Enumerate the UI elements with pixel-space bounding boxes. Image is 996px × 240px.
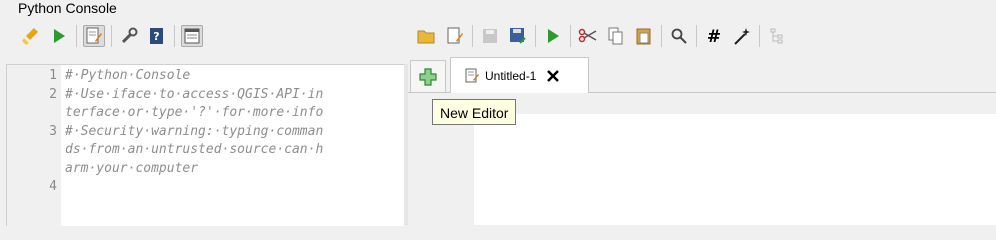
editor-tab-bar: Untitled-1 — [408, 56, 996, 93]
comment-button[interactable]: # — [703, 25, 725, 47]
find-button[interactable] — [668, 25, 690, 47]
open-in-external-editor-icon — [447, 27, 463, 44]
code-line: terface·or·type·'?'·for·more·info — [65, 105, 324, 120]
title-bar: Python Console — [0, 0, 996, 20]
script-file-icon — [465, 68, 479, 82]
new-editor-button[interactable] — [410, 60, 446, 92]
help-button[interactable]: ? — [146, 25, 168, 47]
options-icon — [121, 27, 138, 44]
clear-console-icon — [22, 28, 38, 45]
code-line: #·Security·warning:·typing·comman — [65, 123, 324, 139]
toolbar-separator — [535, 25, 536, 47]
open-script-button[interactable] — [416, 25, 438, 47]
cut-icon — [578, 28, 597, 43]
dock-console-button[interactable] — [181, 25, 203, 47]
help-icon: ? — [150, 28, 163, 44]
editor-panel: Untitled-1 — [408, 56, 996, 225]
object-inspector-button[interactable] — [766, 25, 788, 47]
code-line: ds·from·an·untrusted·source·can·h — [65, 142, 324, 157]
plus-icon — [419, 67, 437, 86]
run-script-icon — [548, 29, 559, 43]
window-title: Python Console — [18, 0, 117, 16]
toolbar-separator — [174, 25, 175, 47]
open-in-external-editor-button[interactable] — [444, 25, 466, 47]
dock-console-icon — [184, 28, 200, 44]
uncomment-icon — [734, 28, 750, 45]
line-number: 4 — [49, 179, 57, 194]
object-inspector-icon — [770, 28, 783, 44]
copy-button[interactable] — [605, 25, 627, 47]
options-button[interactable] — [118, 25, 140, 47]
show-editor-icon — [86, 27, 102, 44]
paste-button[interactable] — [633, 25, 655, 47]
save-as-icon — [510, 28, 526, 44]
svg-text:#: # — [707, 27, 721, 45]
toolbar-separator — [472, 25, 473, 47]
save-button[interactable] — [479, 25, 501, 47]
clear-console-button[interactable] — [20, 25, 42, 47]
tab-untitled-1[interactable]: Untitled-1 — [450, 57, 589, 93]
code-line: #·Python·Console — [65, 68, 191, 83]
run-script-button[interactable] — [542, 25, 564, 47]
toolbar-separator — [76, 25, 77, 47]
code-line: arm·your·computer — [65, 160, 199, 176]
code-line: #·Use·iface·to·access·QGIS·API·in — [65, 86, 324, 102]
show-editor-button[interactable] — [83, 25, 105, 47]
console-toolbar: ? — [20, 22, 209, 50]
save-as-button[interactable] — [507, 25, 529, 47]
toolbar-separator — [570, 25, 571, 47]
run-command-icon — [54, 29, 65, 43]
editor-toolbar: # — [416, 22, 794, 50]
comment-icon: # — [707, 27, 721, 45]
close-tab-icon[interactable] — [546, 69, 560, 83]
code-editor[interactable] — [474, 114, 996, 225]
line-number: 3 — [49, 123, 57, 139]
tooltip: New Editor — [432, 99, 517, 125]
save-icon — [483, 29, 497, 43]
run-command-button[interactable] — [48, 25, 70, 47]
find-icon — [671, 28, 687, 44]
tab-label: Untitled-1 — [485, 68, 537, 83]
svg-text:?: ? — [153, 30, 159, 43]
line-number: 1 — [49, 68, 57, 83]
uncomment-button[interactable] — [731, 25, 753, 47]
line-number-gutter: 1 2 3 4 — [7, 65, 61, 226]
console-text: #·Python·Console #·Use·iface·to·access·QG… — [65, 67, 323, 178]
toolbar-separator — [111, 25, 112, 47]
line-number: 2 — [49, 86, 57, 102]
open-script-icon — [417, 30, 435, 44]
toolbar-separator — [696, 25, 697, 47]
console-output[interactable]: 1 2 3 4 #·Python·Console #·Use·iface·to·a… — [6, 64, 404, 226]
toolbar-separator — [759, 25, 760, 47]
copy-icon — [608, 27, 623, 45]
paste-icon — [636, 28, 651, 45]
toolbar-separator — [661, 25, 662, 47]
cut-button[interactable] — [577, 25, 599, 47]
